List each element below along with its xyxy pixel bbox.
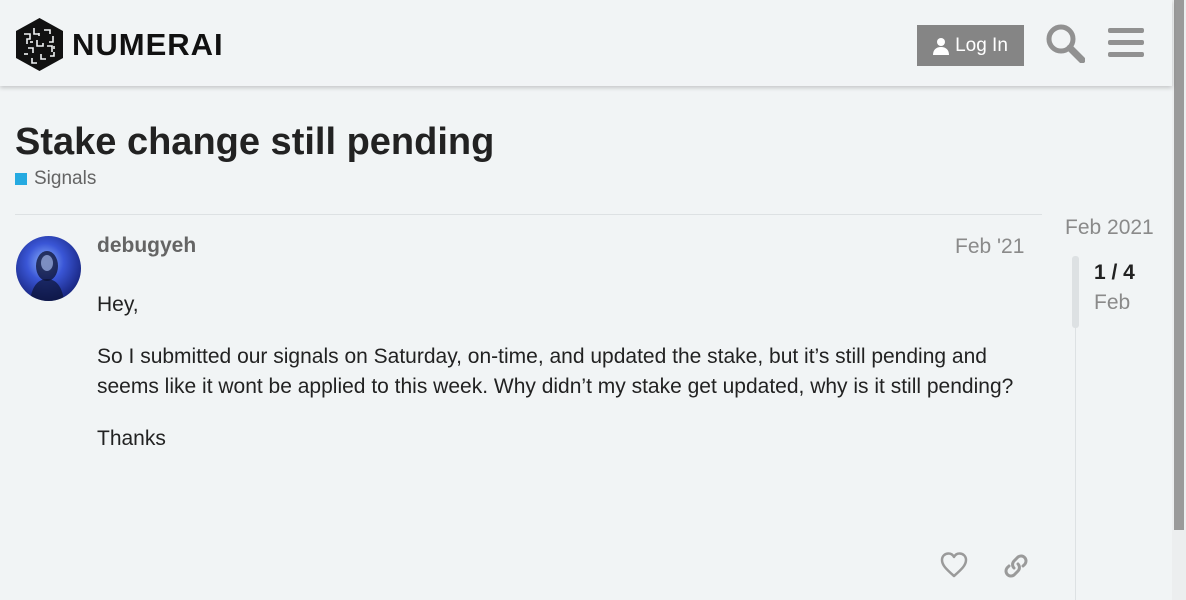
search-icon[interactable] [1045,23,1085,63]
hamburger-menu-icon[interactable] [1108,27,1144,59]
post-paragraph: So I submitted our signals on Saturday, … [97,345,1014,398]
avatar-portrait-icon [30,251,64,301]
timeline-start-date[interactable]: Feb 2021 [1065,216,1154,240]
link-icon[interactable] [1002,552,1030,580]
site-logo[interactable]: NUMERAI [16,18,224,71]
avatar[interactable] [16,236,81,301]
login-label: Log In [955,34,1008,56]
timeline-current-date: Feb [1094,291,1131,314]
category-badge[interactable]: Signals [15,168,96,190]
post-body: Hey, So I submitted our signals on Satur… [97,290,1037,476]
post-paragraph: Thanks [97,427,166,450]
post-author[interactable]: debugyeh [97,234,196,258]
site-header: NUMERAI Log In [0,0,1172,86]
user-icon [933,37,950,55]
logo-wordmark: NUMERAI [72,27,224,62]
login-button[interactable]: Log In [917,25,1024,66]
heart-icon[interactable] [940,551,968,579]
post-paragraph: Hey, [97,293,139,316]
category-color-swatch [15,173,27,185]
post-date[interactable]: Feb '21 [955,235,1024,259]
category-label: Signals [34,168,97,189]
page-scrollbar[interactable] [1172,0,1186,600]
numerai-logo-icon [16,18,63,71]
topic-title[interactable]: Stake change still pending [15,119,494,165]
timeline-position: 1 / 4 [1094,261,1135,284]
scrollbar-thumb[interactable] [1174,0,1184,530]
timeline-handle[interactable] [1072,256,1079,328]
topic-divider [15,214,1042,215]
